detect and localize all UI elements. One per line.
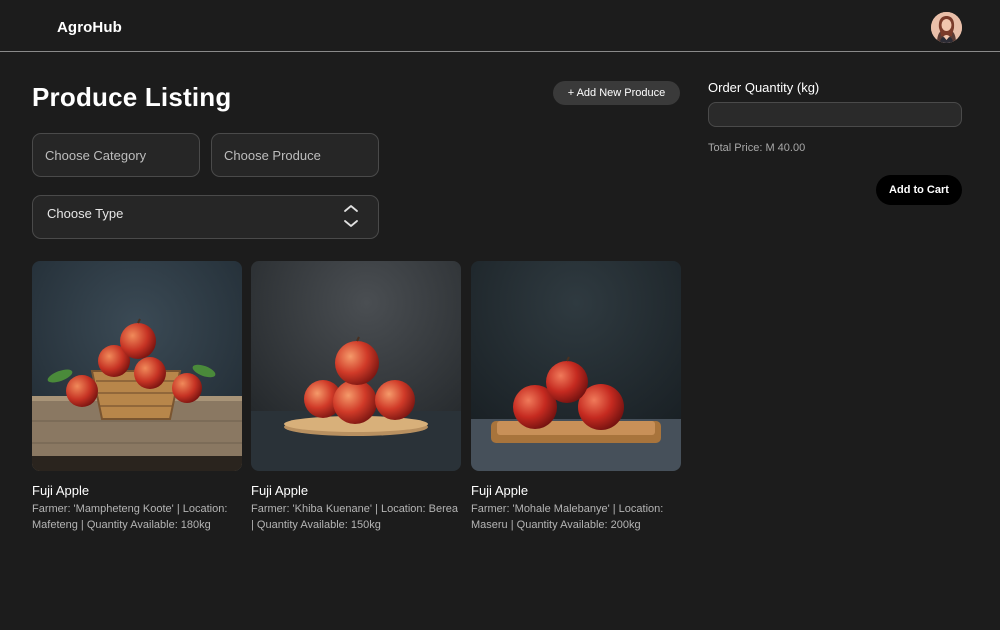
page-title: Produce Listing (32, 82, 232, 112)
product-name: Fuji Apple (251, 483, 309, 498)
product-card[interactable]: Fuji Apple Farmer: 'Khiba Kuenane' | Loc… (251, 261, 461, 533)
order-quantity-label: Order Quantity (kg) (708, 80, 820, 95)
top-bar: AgroHub (0, 0, 1000, 52)
product-name: Fuji Apple (32, 483, 90, 498)
add-to-cart-button[interactable]: Add to Cart (876, 175, 962, 205)
add-new-produce-button[interactable]: + Add New Produce (553, 81, 680, 105)
product-description: Farmer: 'Mampheteng Koote' | Location: M… (32, 503, 228, 531)
chevron-up-down-icon[interactable] (341, 201, 361, 231)
total-price: Total Price: M 40.00 (708, 142, 806, 154)
brand-logo[interactable]: AgroHub (57, 19, 122, 36)
user-avatar-icon[interactable] (931, 12, 962, 43)
apples-on-plate-photo[interactable] (251, 261, 461, 471)
apples-on-tray-photo[interactable] (471, 261, 681, 471)
order-quantity-input[interactable] (708, 102, 962, 127)
apples-in-basket-photo[interactable] (32, 261, 242, 471)
type-select-label: Choose Type (47, 206, 124, 221)
produce-select[interactable]: Choose Produce (211, 133, 379, 177)
product-description: Farmer: 'Mohale Malebanye' | Location: M… (471, 503, 664, 531)
product-name: Fuji Apple (471, 483, 529, 498)
category-select[interactable]: Choose Category (32, 133, 200, 177)
type-select[interactable]: Choose Type (32, 195, 379, 239)
product-card[interactable]: Fuji Apple Farmer: 'Mampheteng Koote' | … (32, 261, 242, 533)
product-description: Farmer: 'Khiba Kuenane' | Location: Bere… (251, 503, 459, 531)
product-card[interactable]: Fuji Apple Farmer: 'Mohale Malebanye' | … (471, 261, 681, 533)
